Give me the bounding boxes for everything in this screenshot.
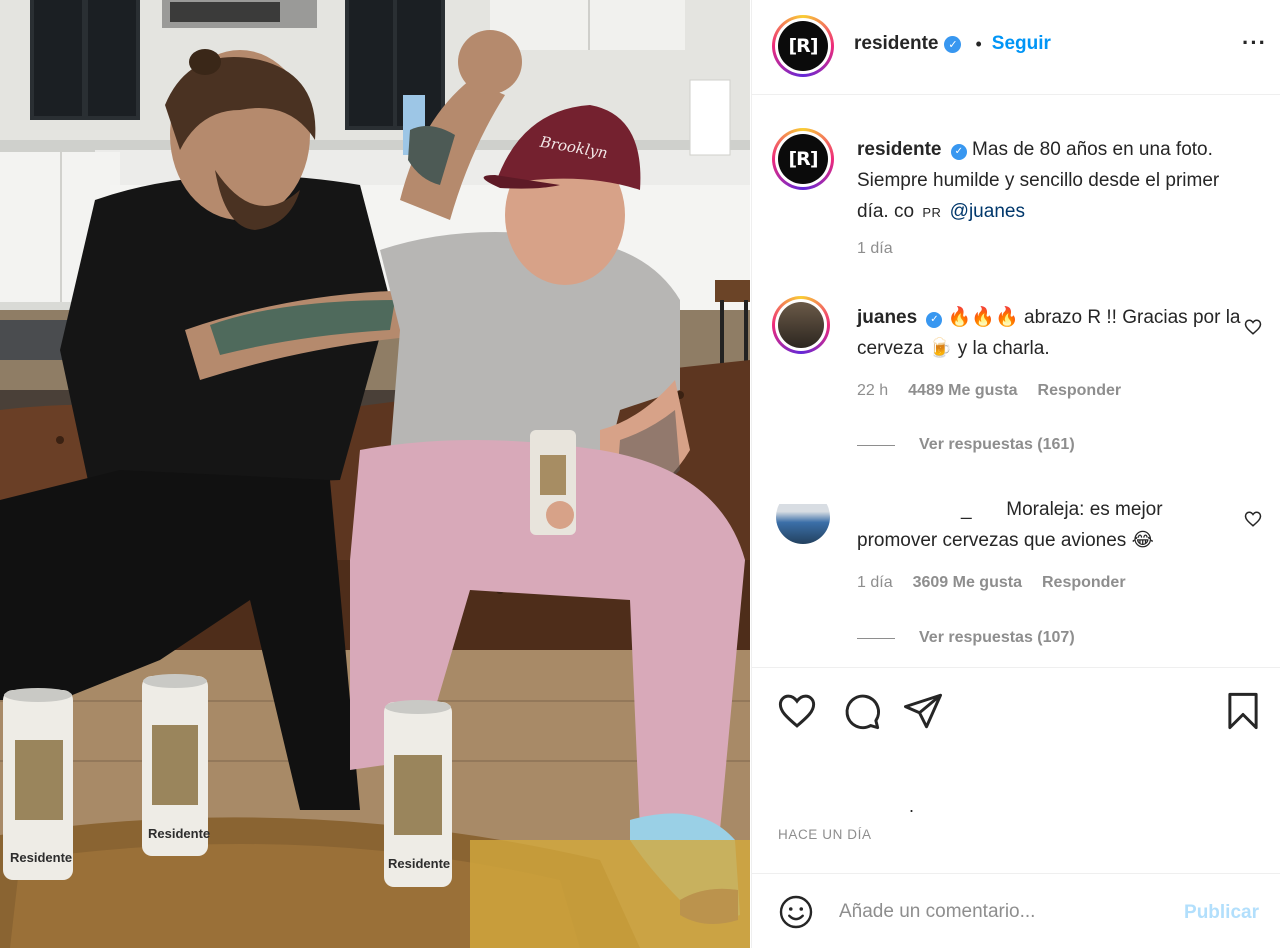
comment-avatar[interactable] bbox=[772, 296, 830, 354]
comment-likes[interactable]: 3609 Me gusta bbox=[913, 574, 1022, 592]
post-timestamp[interactable]: HACE UN DÍA bbox=[778, 827, 872, 842]
header-separator: • bbox=[975, 33, 982, 54]
post-header: [R] residente ✓ • Seguir ··· bbox=[752, 0, 1280, 95]
comment-time[interactable]: 1 día bbox=[857, 574, 893, 592]
comment-username[interactable]: juanes bbox=[857, 307, 917, 328]
comment-input[interactable] bbox=[839, 894, 1159, 930]
comment-meta: 1 día 3609 Me gusta Responder bbox=[857, 574, 1126, 592]
likes-count[interactable]: . bbox=[909, 796, 914, 817]
comment-body: _ Moraleja: es mejor promover cervezas q… bbox=[857, 494, 1247, 556]
verified-badge-icon: ✓ bbox=[950, 143, 967, 160]
comment-bubble-icon[interactable] bbox=[840, 690, 882, 732]
beer-can-1: Residente bbox=[3, 688, 73, 880]
caption: [R] residente ✓ Mas de 80 años en una fo… bbox=[772, 128, 1262, 278]
comment-time[interactable]: 22 h bbox=[857, 382, 888, 400]
comment-avatar-photo bbox=[778, 302, 824, 348]
add-comment-bar: Publicar bbox=[752, 873, 1280, 948]
avatar-logo-text: [R] bbox=[778, 21, 828, 71]
post-side-panel: [R] residente ✓ • Seguir ··· [R] residen… bbox=[751, 0, 1280, 948]
view-replies-label: Ver respuestas (107) bbox=[919, 629, 1075, 646]
replies-divider bbox=[857, 444, 895, 446]
comment-item: _ Moraleja: es mejor promover cervezas q… bbox=[772, 496, 1262, 666]
beer-can-2: Residente bbox=[142, 674, 210, 856]
comment-meta: 22 h 4489 Me gusta Responder bbox=[857, 382, 1121, 400]
more-options-icon[interactable]: ··· bbox=[1242, 30, 1267, 56]
bookmark-icon[interactable] bbox=[1222, 690, 1264, 732]
caption-body: residente ✓ Mas de 80 años en una foto. … bbox=[857, 134, 1247, 228]
replies-divider bbox=[857, 637, 895, 639]
can-label-3: Residente bbox=[388, 856, 450, 871]
header-username[interactable]: residente bbox=[854, 33, 938, 55]
caption-time[interactable]: 1 día bbox=[857, 240, 893, 258]
post-actions: . HACE UN DÍA bbox=[752, 667, 1280, 872]
paper-plane-icon[interactable] bbox=[902, 690, 944, 732]
follow-button[interactable]: Seguir bbox=[992, 33, 1051, 55]
verified-badge-icon: ✓ bbox=[944, 35, 962, 53]
comments-list[interactable]: [R] residente ✓ Mas de 80 años en una fo… bbox=[752, 96, 1280, 666]
comment-username[interactable]: _ bbox=[857, 494, 997, 525]
comment-body: juanes ✓ 🔥🔥🔥 abrazo R !! Gracias por la … bbox=[857, 302, 1247, 364]
mention-link[interactable]: @juanes bbox=[950, 201, 1025, 222]
header-user-row: residente ✓ • Seguir bbox=[854, 33, 1051, 55]
caption-meta: 1 día bbox=[857, 240, 893, 258]
can-label-2: Residente bbox=[148, 826, 210, 841]
can-label-1: Residente bbox=[10, 850, 72, 865]
pr-tag: PR bbox=[922, 205, 942, 220]
publish-button[interactable]: Publicar bbox=[1184, 902, 1259, 924]
post-photo[interactable]: Brooklyn Residente Residente Residente bbox=[0, 0, 750, 948]
like-comment-heart-icon[interactable] bbox=[1244, 318, 1262, 336]
header-avatar[interactable]: [R] bbox=[772, 15, 834, 77]
comment-reply-button[interactable]: Responder bbox=[1042, 574, 1126, 592]
comment-reply-button[interactable]: Responder bbox=[1038, 382, 1122, 400]
post-photo-illustration: Brooklyn Residente Residente Residente bbox=[0, 0, 750, 948]
like-comment-heart-icon[interactable] bbox=[1244, 510, 1262, 528]
view-replies-button[interactable]: Ver respuestas (107) bbox=[857, 629, 1075, 647]
caption-avatar[interactable]: [R] bbox=[772, 128, 834, 190]
view-replies-label: Ver respuestas (161) bbox=[919, 436, 1075, 453]
caption-avatar-logo: [R] bbox=[778, 134, 828, 184]
heart-icon[interactable] bbox=[776, 690, 818, 732]
comment-item: juanes ✓ 🔥🔥🔥 abrazo R !! Gracias por la … bbox=[772, 296, 1262, 476]
comment-likes[interactable]: 4489 Me gusta bbox=[908, 382, 1017, 400]
view-replies-button[interactable]: Ver respuestas (161) bbox=[857, 436, 1075, 454]
comment-avatar[interactable] bbox=[776, 504, 830, 544]
caption-username[interactable]: residente bbox=[857, 139, 941, 160]
smiley-icon[interactable] bbox=[778, 894, 814, 930]
beer-can-3: Residente bbox=[384, 700, 452, 887]
verified-badge-icon: ✓ bbox=[926, 311, 943, 328]
comment-avatar-photo bbox=[776, 504, 830, 544]
